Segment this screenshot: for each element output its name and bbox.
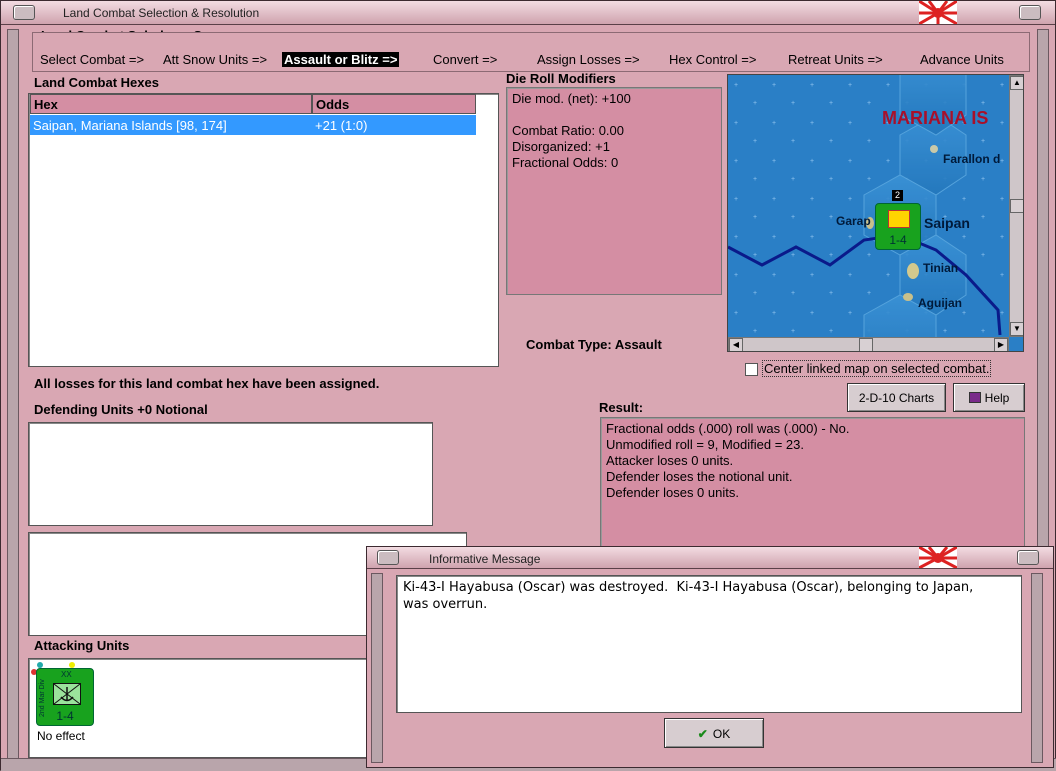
message-window: Informative Message Ki-43-I Hayabusa (Os… bbox=[366, 546, 1054, 768]
help-button[interactable]: Help bbox=[953, 383, 1025, 412]
message-text-area[interactable]: Ki-43-I Hayabusa (Oscar) was destroyed. … bbox=[396, 575, 1022, 713]
attacking-unit-counter[interactable]: XX 2nd Mar Div 1-4 bbox=[36, 668, 94, 726]
step-retreat-units[interactable]: Retreat Units => bbox=[788, 52, 883, 67]
scroll-right-icon[interactable]: ▶ bbox=[994, 338, 1008, 351]
combat-type: Combat Type: Assault bbox=[526, 337, 662, 352]
step-assign-losses[interactable]: Assign Losses => bbox=[537, 52, 640, 67]
result-line: Defender loses the notional unit. bbox=[606, 469, 793, 484]
help-book-icon bbox=[968, 392, 981, 403]
col-header-odds[interactable]: Odds bbox=[312, 94, 476, 114]
table-row[interactable]: Saipan, Mariana Islands [98, 174] +21 (1… bbox=[30, 115, 476, 135]
fractional-odds: Fractional Odds: 0 bbox=[512, 155, 619, 170]
ok-button[interactable]: ✔ OK bbox=[664, 718, 764, 748]
attacking-unit-status: No effect bbox=[37, 729, 85, 743]
step-advance-units[interactable]: Advance Units bbox=[920, 52, 1004, 67]
map-horizontal-scrollbar[interactable]: ◀ ▶ bbox=[728, 337, 1009, 351]
scroll-up-icon[interactable]: ▲ bbox=[1010, 76, 1023, 90]
map-unit-strength: 1-4 bbox=[889, 233, 907, 247]
map-place-saipan: Saipan bbox=[924, 215, 970, 231]
result-line: Defender loses 0 units. bbox=[606, 485, 739, 500]
step-hex-control[interactable]: Hex Control => bbox=[669, 52, 756, 67]
message-right-edge bbox=[1031, 573, 1043, 763]
result-line: Fractional odds (.000) roll was (.000) -… bbox=[606, 421, 850, 436]
scroll-down-icon[interactable]: ▼ bbox=[1010, 322, 1023, 336]
attacking-units-list[interactable]: XX 2nd Mar Div 1-4 No effect bbox=[28, 658, 373, 758]
window-menu-button[interactable] bbox=[13, 5, 35, 20]
map-place-tinian: Tinian bbox=[923, 261, 959, 275]
charts-button[interactable]: 2-D-10 Charts bbox=[847, 383, 946, 412]
main-title-bar: Land Combat Selection & Resolution bbox=[1, 1, 1055, 25]
losses-status: All losses for this land combat hex have… bbox=[34, 376, 380, 391]
message-text: Ki-43-I Hayabusa (Oscar) was destroyed. … bbox=[403, 580, 974, 612]
message-title-bar: Informative Message bbox=[367, 547, 1053, 569]
rising-sun-flag-icon bbox=[919, 1, 957, 24]
subphase-sequence: Select Combat => Att Snow Units => Assau… bbox=[32, 32, 1030, 72]
map-unit-counter[interactable]: 1-4 bbox=[875, 203, 921, 250]
disorganized: Disorganized: +1 bbox=[512, 139, 610, 154]
scroll-left-icon[interactable]: ◀ bbox=[729, 338, 743, 351]
unit-size: XX bbox=[61, 670, 72, 679]
map-place-farallon: Farallon d bbox=[943, 152, 1001, 166]
attacked-flame-icon bbox=[888, 210, 910, 228]
message-title: Informative Message bbox=[429, 552, 541, 566]
result-line: Attacker loses 0 units. bbox=[606, 453, 734, 468]
step-assault-or-blitz[interactable]: Assault or Blitz => bbox=[282, 52, 400, 67]
defending-heading: Defending Units +0 Notional bbox=[34, 402, 208, 417]
marine-division-icon bbox=[53, 683, 81, 705]
map-place-aguijan: Aguijan bbox=[918, 296, 962, 310]
hexes-table: Hex Odds Saipan, Mariana Islands [98, 17… bbox=[28, 93, 499, 367]
modifiers-panel: Die mod. (net): +100 Combat Ratio: 0.00 … bbox=[506, 87, 722, 295]
col-header-hex[interactable]: Hex bbox=[30, 94, 312, 114]
step-select-combat[interactable]: Select Combat => bbox=[40, 52, 144, 67]
map-region-label: MARIANA IS bbox=[882, 108, 989, 128]
map-stack-count: 2 bbox=[892, 190, 903, 201]
die-mod-net: Die mod. (net): +100 bbox=[512, 91, 631, 106]
step-att-snow-units[interactable]: Att Snow Units => bbox=[163, 52, 267, 67]
main-title: Land Combat Selection & Resolution bbox=[63, 6, 260, 20]
checkmark-icon: ✔ bbox=[697, 727, 708, 741]
map-place-garap: Garap bbox=[836, 214, 871, 228]
attacking-heading: Attacking Units bbox=[34, 638, 130, 653]
map-vertical-scrollbar[interactable]: ▲ ▼ bbox=[1009, 75, 1023, 337]
message-menu-button[interactable] bbox=[377, 550, 399, 565]
center-map-label[interactable]: Center linked map on selected combat. bbox=[762, 360, 992, 377]
modifiers-heading: Die Roll Modifiers bbox=[506, 71, 616, 86]
ok-label: OK bbox=[712, 727, 731, 741]
combat-ratio: Combat Ratio: 0.00 bbox=[512, 123, 625, 138]
message-close-button[interactable] bbox=[1017, 550, 1039, 565]
rising-sun-flag-icon bbox=[919, 547, 957, 568]
minimize-button[interactable] bbox=[1019, 5, 1041, 20]
attacking-unit-strength: 1-4 bbox=[56, 709, 74, 723]
scroll-thumb[interactable] bbox=[1010, 199, 1023, 213]
result-line: Unmodified roll = 9, Modified = 23. bbox=[606, 437, 804, 452]
result-heading: Result: bbox=[599, 400, 644, 415]
step-convert[interactable]: Convert => bbox=[433, 52, 497, 67]
defending-units-list[interactable] bbox=[28, 422, 433, 526]
help-label: Help bbox=[984, 391, 1010, 405]
hexes-heading: Land Combat Hexes bbox=[34, 75, 159, 90]
hex-cell: Saipan, Mariana Islands [98, 174] bbox=[33, 118, 227, 133]
charts-label: 2-D-10 Charts bbox=[858, 391, 935, 405]
message-left-edge bbox=[371, 573, 383, 763]
hscroll-thumb[interactable] bbox=[859, 338, 873, 351]
linked-map[interactable]: + + MARIANA IS Farallon d Garap Saip bbox=[727, 74, 1024, 352]
center-map-checkbox[interactable] bbox=[745, 363, 758, 376]
result-panel: Fractional odds (.000) roll was (.000) -… bbox=[600, 417, 1025, 551]
left-frame-edge bbox=[7, 29, 19, 764]
odds-cell: +21 (1:0) bbox=[315, 118, 368, 133]
